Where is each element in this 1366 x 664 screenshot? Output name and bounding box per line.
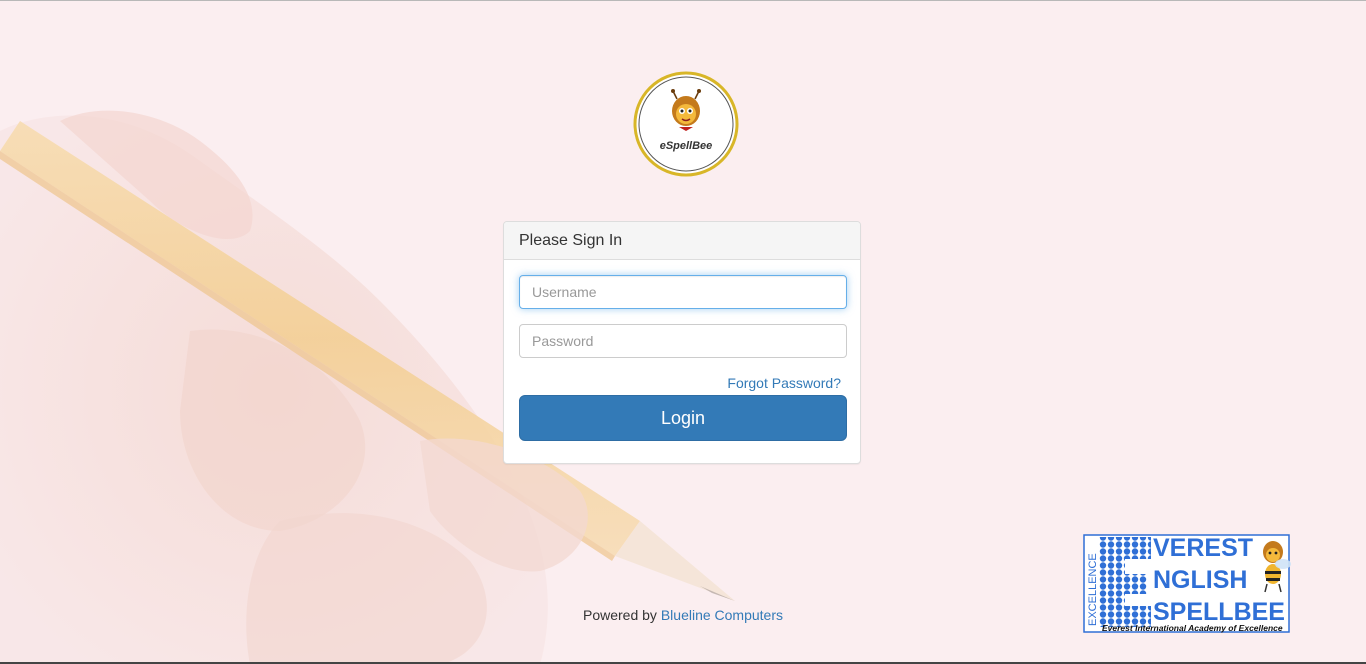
everest-english-spellbee-logo: EXCELLENCE VEREST NGLISH SPELLBEE Everes… [1083, 534, 1291, 633]
password-input[interactable] [519, 324, 847, 358]
login-form: Forgot Password? Login [504, 260, 860, 456]
espellbee-logo: eSpellBee [633, 71, 739, 177]
logo-text: eSpellBee [660, 140, 713, 152]
forgot-password-link[interactable]: Forgot Password? [727, 375, 841, 391]
login-panel-heading: Please Sign In [504, 222, 860, 260]
brand-line-1: VEREST [1153, 534, 1253, 562]
login-button[interactable]: Login [519, 395, 847, 441]
blueline-computers-link[interactable]: Blueline Computers [661, 607, 783, 623]
username-input[interactable] [519, 275, 847, 309]
footer-prefix: Powered by [583, 607, 657, 623]
brand-line-3: SPELLBEE [1153, 598, 1285, 626]
brand-side-text: EXCELLENCE [1087, 553, 1099, 626]
brand-tagline: Everest International Academy of Excelle… [1102, 623, 1283, 633]
login-panel: Please Sign In Forgot Password? Login [503, 221, 861, 464]
forgot-password-row: Forgot Password? [519, 375, 845, 395]
brand-line-2: NGLISH [1153, 566, 1247, 594]
